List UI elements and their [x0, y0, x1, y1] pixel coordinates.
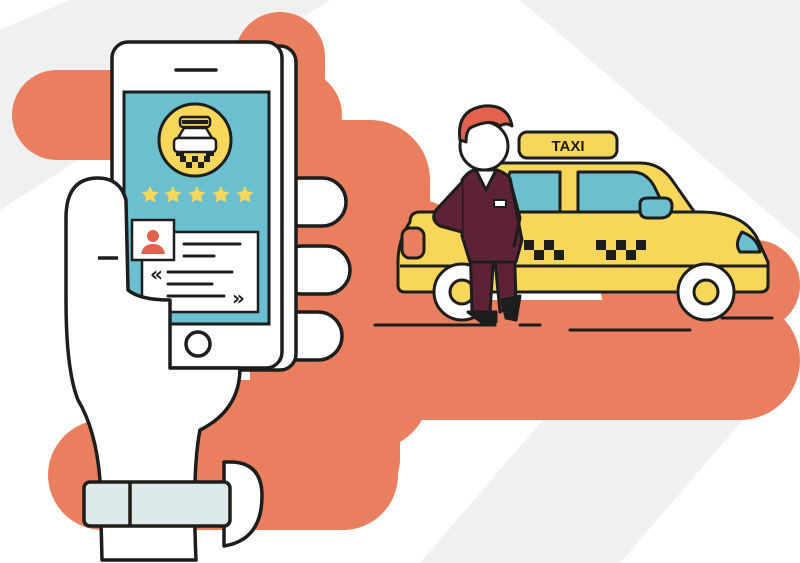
taxi-icon [157, 102, 233, 178]
app-screen: « » [122, 90, 271, 326]
illustration-canvas: TAXI « » [0, 0, 800, 563]
user-avatar-icon [130, 218, 176, 262]
taxi-roof-sign-label: TAXI [551, 138, 584, 155]
taxi-app-illustration: TAXI « » [0, 0, 800, 563]
chevron-double-right-icon: » [232, 286, 245, 310]
chevron-double-left-icon: « [150, 262, 163, 286]
